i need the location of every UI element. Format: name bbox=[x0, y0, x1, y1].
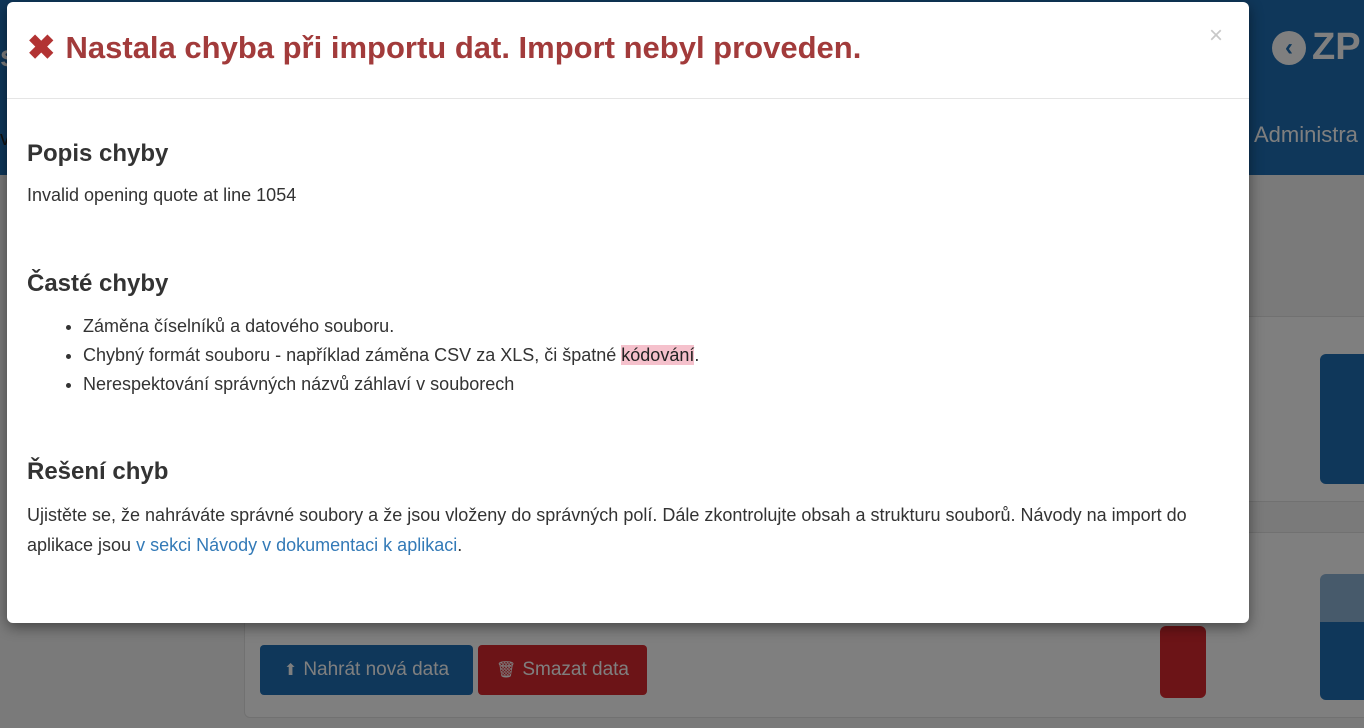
modal-title: ✖ Nastala chyba při importu dat. Import … bbox=[27, 30, 861, 66]
modal-title-text: Nastala chyba při importu dat. Import ne… bbox=[65, 30, 862, 65]
modal-header: ✖ Nastala chyba při importu dat. Import … bbox=[7, 2, 1249, 99]
solution-text: Ujistěte se, že nahráváte správné soubor… bbox=[27, 500, 1197, 560]
section-heading-description: Popis chyby bbox=[27, 140, 169, 167]
documentation-link[interactable]: v sekci Návody v dokumentaci k aplikaci bbox=[136, 535, 457, 555]
error-description: Invalid opening quote at line 1054 bbox=[27, 185, 297, 205]
list-item-text: Chybný formát souboru - například záměna… bbox=[83, 345, 622, 365]
list-item: Záměna číselníků a datového souboru. bbox=[83, 312, 699, 341]
solution-text-end: . bbox=[457, 535, 463, 555]
common-errors-list: Záměna číselníků a datového souboru. Chy… bbox=[27, 312, 699, 399]
list-item-end: . bbox=[694, 345, 700, 365]
error-modal: ✖ Nastala chyba při importu dat. Import … bbox=[7, 2, 1249, 623]
section-heading-solution: Řešení chyb bbox=[27, 458, 169, 485]
list-item: Nerespektování správných názvů záhlaví v… bbox=[83, 370, 699, 399]
highlighted-word: kódování bbox=[621, 345, 695, 365]
close-button[interactable]: × bbox=[1209, 24, 1223, 48]
error-x-icon: ✖ bbox=[27, 29, 56, 67]
list-item: Chybný formát souboru - například záměna… bbox=[83, 341, 699, 370]
section-heading-common-errors: Časté chyby bbox=[27, 270, 169, 297]
